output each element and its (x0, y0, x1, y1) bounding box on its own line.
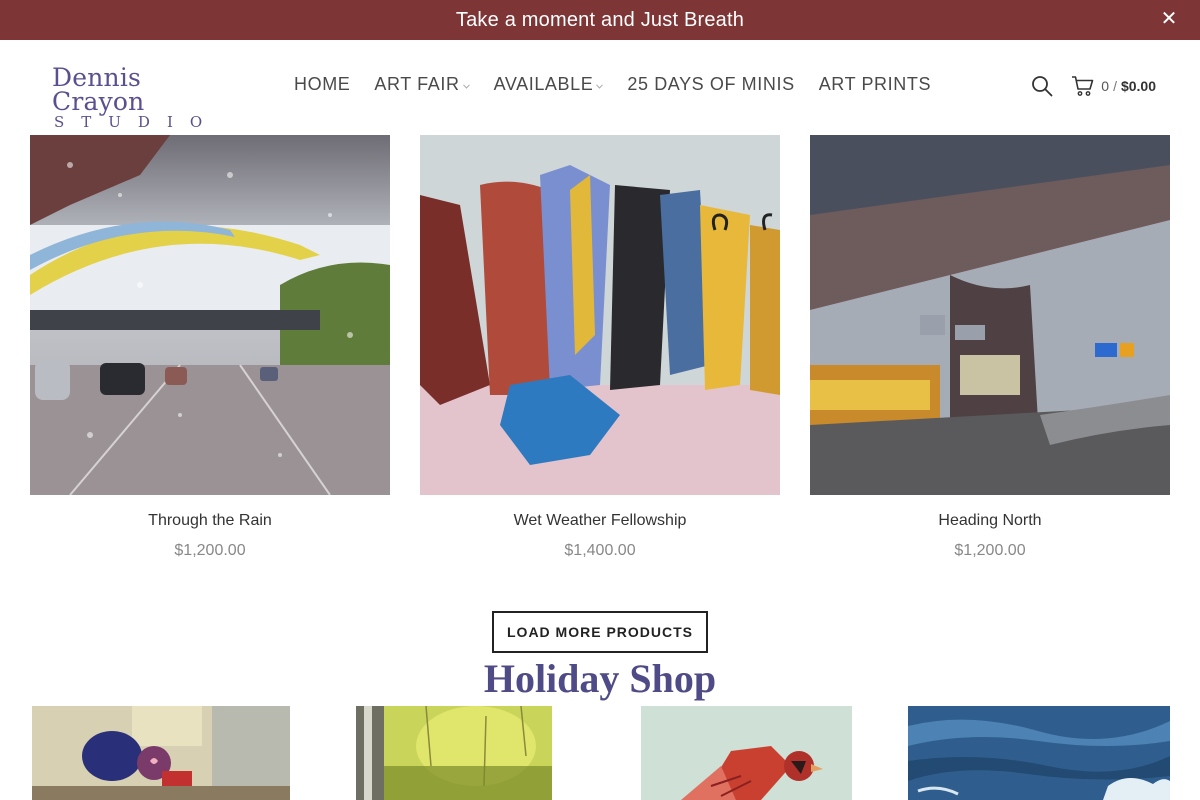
main-nav: HOME ART FAIR AVAILABLE 25 DAYS OF MINIS… (294, 74, 955, 95)
product-name[interactable]: Heading North (810, 512, 1170, 530)
nav-item-25-days-of-minis[interactable]: 25 DAYS OF MINIS (627, 74, 794, 95)
load-more-button[interactable]: LOAD MORE PRODUCTS (492, 611, 708, 653)
nav-label: ART FAIR (374, 74, 460, 94)
cart-separator: / (1113, 78, 1117, 94)
product-price: $1,200.00 (954, 542, 1026, 559)
chevron-down-icon (462, 82, 470, 91)
product-image-umbrellas-painting[interactable] (420, 135, 780, 495)
header-tools: 0 / $0.00 (1031, 75, 1156, 97)
nav-item-home[interactable]: HOME (294, 74, 350, 95)
logo-name: Dennis Crayon (52, 63, 145, 116)
product-price: $1,400.00 (564, 542, 636, 559)
nav-item-available[interactable]: AVAILABLE (494, 74, 604, 95)
close-icon[interactable]: ✕ (1158, 8, 1180, 30)
holiday-product-image-window[interactable] (356, 706, 552, 800)
nav-item-art-prints[interactable]: ART PRINTS (819, 74, 931, 95)
product-image-rain-painting[interactable] (30, 135, 390, 495)
chevron-down-icon (596, 82, 604, 91)
holiday-shop-title: Holiday Shop (483, 656, 717, 701)
logo-subtitle: STUDIO (54, 113, 220, 131)
cart-count[interactable]: 0 (1101, 78, 1109, 94)
nav-label: AVAILABLE (493, 74, 594, 94)
product-name[interactable]: Through the Rain (30, 512, 390, 530)
announcement-bar: Take a moment and Just Breath ✕ (0, 0, 1200, 40)
holiday-product-image-cardinal[interactable] (641, 706, 852, 800)
nav-item-art-fair[interactable]: ART FAIR (374, 74, 470, 95)
product-name[interactable]: Wet Weather Fellowship (420, 512, 780, 530)
product-image-heading-north-painting[interactable] (810, 135, 1170, 495)
product-card: Wet Weather Fellowship $1,400.00 (420, 135, 780, 560)
product-grid: Through the Rain $1,200.00 Wet Weather F… (30, 135, 1170, 560)
holiday-product-image-balloons[interactable] (32, 706, 290, 800)
nav-label: ART PRINTS (818, 74, 932, 94)
product-card: Heading North $1,200.00 (810, 135, 1170, 560)
product-price: $1,200.00 (174, 542, 246, 559)
search-icon[interactable] (1031, 75, 1053, 97)
nav-label: HOME (294, 74, 351, 94)
holiday-product-image-ocean[interactable] (908, 706, 1170, 800)
nav-label: 25 DAYS OF MINIS (627, 74, 795, 94)
site-logo[interactable]: Dennis Crayon STUDIO (52, 65, 232, 131)
product-card: Through the Rain $1,200.00 (30, 135, 390, 560)
cart-icon[interactable] (1071, 75, 1095, 97)
announcement-text: Take a moment and Just Breath (455, 8, 745, 31)
site-header: Dennis Crayon STUDIO HOME ART FAIR AVAIL… (0, 40, 1200, 135)
cart-total[interactable]: $0.00 (1121, 78, 1156, 94)
